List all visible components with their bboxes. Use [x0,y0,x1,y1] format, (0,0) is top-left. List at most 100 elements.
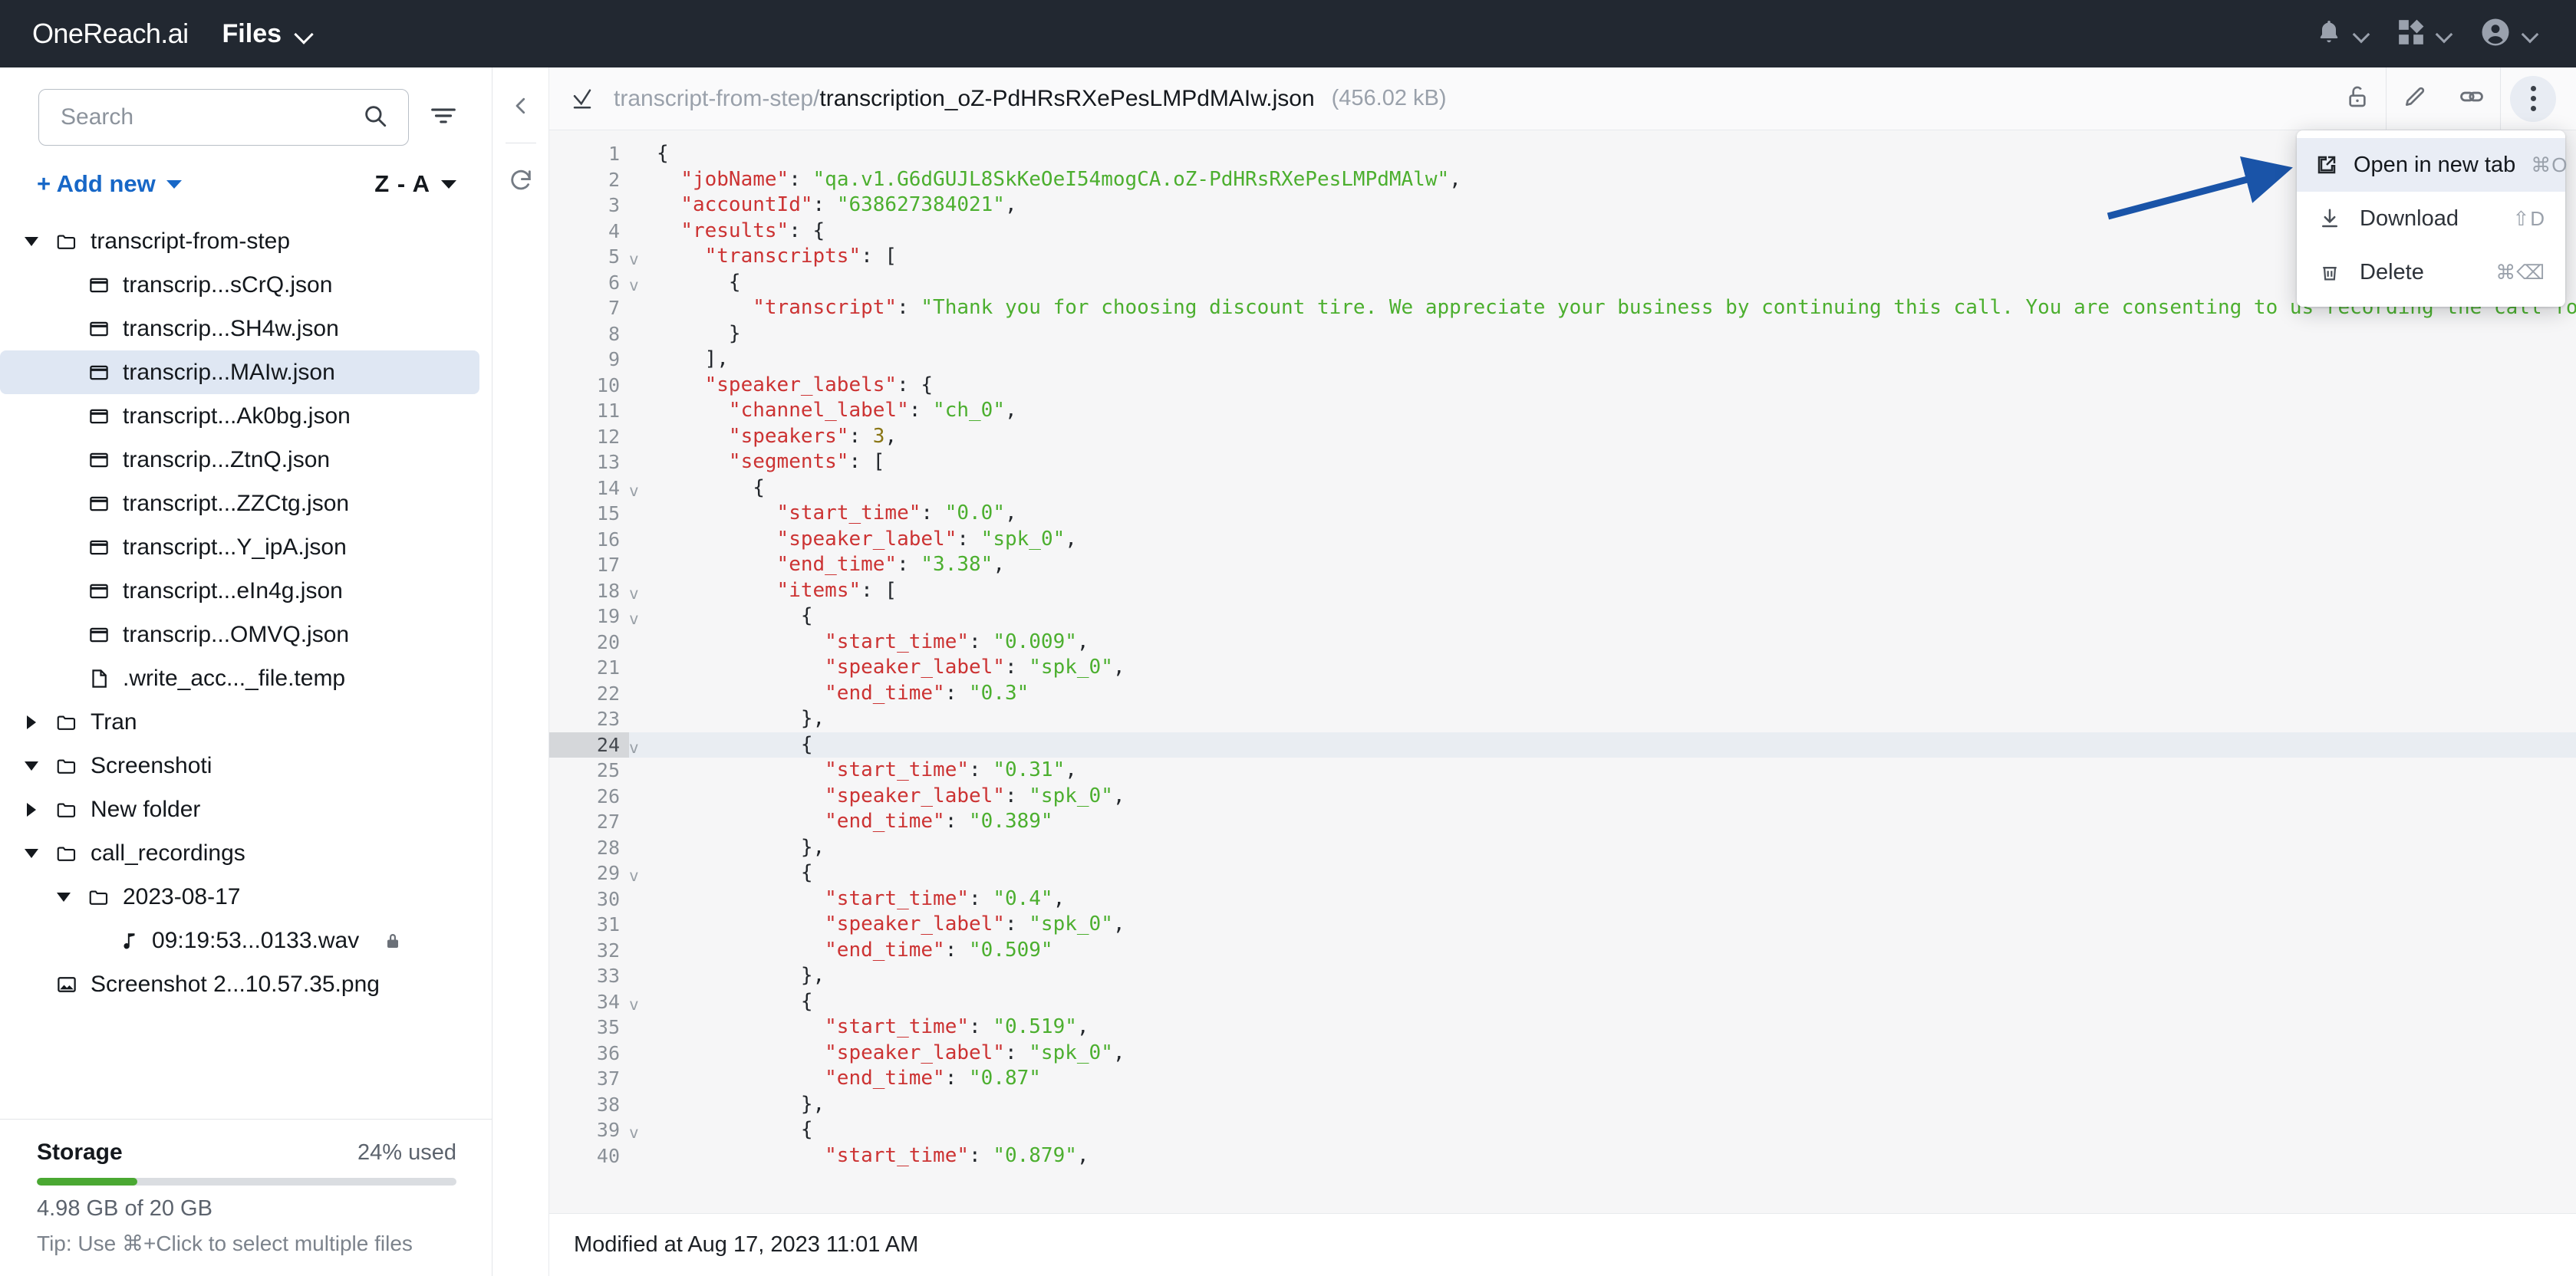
tree-item-file[interactable]: .write_acc..._file.temp [0,656,479,700]
select-check-icon[interactable] [571,87,594,110]
fold-toggle-icon[interactable]: v [629,475,649,505]
twisty-expanded-icon[interactable] [20,848,43,858]
fold-toggle-icon[interactable]: v [629,244,649,273]
code-line: 22 "end_time": "0.3" [549,681,2576,707]
tree-item-json[interactable]: transcrip...sCrQ.json [0,263,479,307]
twisty-expanded-icon[interactable] [20,236,43,246]
chevron-down-icon [2521,25,2539,43]
code-line: 35 "start_time": "0.519", [549,1015,2576,1041]
code-line: 5v "transcripts": [ [549,244,2576,270]
code-line-text: "end_time": "0.3" [825,681,1029,705]
folder-icon [55,755,78,778]
code-viewer[interactable]: 1{2 "jobName": "qa.v1.G6dGUJL8SkKeOeI54m… [549,130,2576,1213]
edit-button[interactable] [2387,67,2443,130]
search-input[interactable] [61,104,362,130]
menu-item-download[interactable]: Download ⇧D [2297,192,2565,245]
code-line: 11 "channel_label": "ch_0", [549,398,2576,424]
chevron-down-icon [294,24,314,44]
tree-item-label: transcrip...ZtnQ.json [123,446,331,472]
chevron-down-icon [2352,25,2370,43]
kebab-menu-icon [2530,106,2536,111]
refresh-button[interactable] [499,160,542,203]
tree-item-json[interactable]: transcript...Ak0bg.json [0,394,479,438]
search-box[interactable] [38,89,409,146]
tree-item-folder[interactable]: Screenshoti [0,744,479,788]
line-number: 30 [596,887,620,910]
tree-item-json[interactable]: transcrip...ZtnQ.json [0,438,479,482]
code-line-text: "end_time": "0.509" [825,938,1053,962]
json-file-icon [87,492,110,515]
code-line: 36 "speaker_label": "spk_0", [549,1041,2576,1067]
user-avatar-icon [2479,16,2512,52]
link-icon [2459,84,2485,113]
twisty-expanded-icon[interactable] [20,761,43,771]
filter-button[interactable] [426,100,461,135]
line-number: 13 [596,451,620,473]
fold-toggle-icon[interactable]: v [629,603,649,633]
code-line-text: "results": { [680,219,825,242]
tree-item-json[interactable]: transcript...ZZCtg.json [0,482,479,525]
line-number: 39 [596,1119,620,1141]
code-line-text: "start_time": "0.009", [825,630,1089,653]
tree-item-json[interactable]: transcript...eIn4g.json [0,569,479,613]
tree-item-label: transcript...Ak0bg.json [123,403,351,429]
code-line-text: "accountId": "638627384021", [680,193,1017,216]
tree-item-label: transcript...ZZCtg.json [123,490,350,516]
twisty-expanded-icon[interactable] [52,892,75,902]
fold-toggle-icon[interactable]: v [629,989,649,1018]
tree-item-folder[interactable]: Tran [0,700,479,744]
line-number: 22 [596,682,620,705]
code-line: 23 }, [549,706,2576,732]
tree-item-label: 2023-08-17 [123,883,241,909]
tree-item-json[interactable]: transcrip...SH4w.json [0,307,479,350]
twisty-collapsed-icon[interactable] [20,715,43,729]
more-actions-button[interactable] [2510,75,2556,122]
app-switcher-files[interactable]: Files [222,19,314,49]
onereach-logo[interactable]: OneReach.ai [32,18,189,50]
tree-item-json[interactable]: transcrip...OMVQ.json [0,613,479,656]
line-number: 4 [608,219,620,242]
fold-toggle-icon[interactable]: v [629,732,649,761]
tree-item-folder[interactable]: call_recordings [0,831,479,875]
code-line: 37 "end_time": "0.87" [549,1066,2576,1092]
menu-item-open-in-new-tab[interactable]: Open in new tab ⌘O [2297,138,2567,192]
notifications-button[interactable] [2315,18,2370,50]
divider [2500,67,2501,130]
left-rail [492,67,549,1276]
line-number: 16 [596,528,620,551]
apps-button[interactable] [2396,18,2453,51]
code-line-text: "start_time": "0.519", [825,1015,1089,1038]
fold-toggle-icon[interactable]: v [629,860,649,890]
fold-toggle-icon[interactable]: v [629,1117,649,1146]
storage-panel: Storage 24% used 4.98 GB of 20 GB Tip: U… [0,1119,492,1276]
tree-item-folder[interactable]: New folder [0,788,479,831]
code-line-text: "start_time": "0.31", [825,758,1077,781]
tree-item-image[interactable]: Screenshot 2...10.57.35.png [0,962,479,1006]
tree-item-json[interactable]: transcrip...MAIw.json [0,350,479,394]
tree-item-audio[interactable]: 09:19:53...0133.wav [0,919,479,962]
file-name-label: transcription_oZ-PdHRsRXePesLMPdMAIw.jso… [819,85,1315,111]
json-file-icon [87,361,110,384]
chevron-left-icon [509,94,532,121]
fold-toggle-icon[interactable]: v [629,578,649,607]
sort-order-button[interactable]: Z - A [374,170,456,198]
line-number: 36 [596,1041,620,1064]
tree-item-folder[interactable]: 2023-08-17 [0,875,479,919]
account-button[interactable] [2479,16,2539,52]
copy-link-button[interactable] [2443,67,2500,130]
add-new-button[interactable]: + Add new [37,170,182,198]
menu-item-delete[interactable]: Delete ⌘⌫ [2297,245,2565,299]
line-number: 24 [549,732,629,758]
tree-item-json[interactable]: transcript...Y_ipA.json [0,525,479,569]
collapse-sidebar-button[interactable] [499,86,542,129]
tree-item-folder[interactable]: transcript-from-step [0,219,479,263]
code-line: 9 ], [549,347,2576,373]
twisty-collapsed-icon[interactable] [20,802,43,817]
fold-toggle-icon[interactable]: v [629,270,649,299]
code-line-text: "start_time": "0.0", [776,502,1017,525]
lock-toggle-button[interactable] [2329,67,2386,130]
